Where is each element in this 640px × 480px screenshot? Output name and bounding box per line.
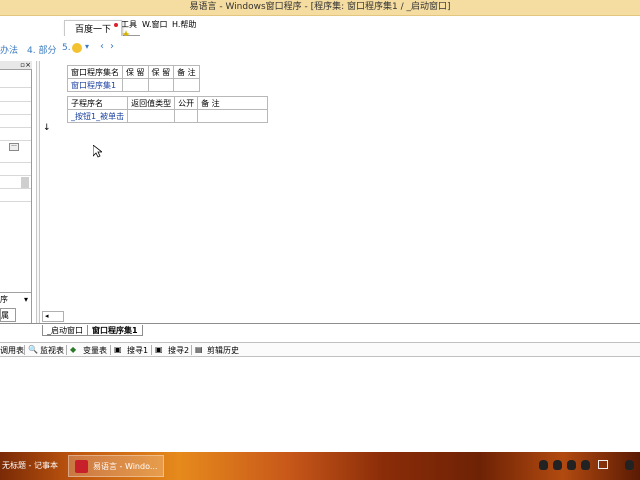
- taskbar-notepad[interactable]: 无标题 - 记事本: [0, 455, 60, 477]
- output-tab-bar: 调用表 🔍 监视表 ◆ 变量表 ▣ 搜寻1 ▣ 搜寻2 ▤ 剪辑历史: [0, 342, 640, 357]
- sub-cell[interactable]: [174, 109, 199, 123]
- menu-tools[interactable]: 工具: [121, 19, 137, 30]
- tab-variable-table[interactable]: 变量表: [83, 345, 107, 356]
- ellipsis-button[interactable]: ···: [9, 143, 19, 151]
- secondary-toolbar: 办法 4. 部分 5. ▾ ‹ ›: [0, 36, 640, 60]
- tab-label: _启动窗口: [47, 326, 83, 335]
- menu-help[interactable]: H.帮助: [172, 19, 196, 30]
- property-row[interactable]: [0, 175, 31, 176]
- qq-tray-icon[interactable]: [625, 460, 634, 470]
- property-combo[interactable]: 序 ▾: [0, 292, 31, 306]
- clipboard-icon: ▤: [195, 345, 203, 354]
- scroll-thumb[interactable]: [21, 177, 29, 188]
- notify-dot-icon: [114, 23, 118, 27]
- taskbar-easylang-label: 易语言 - Windo...: [93, 462, 158, 471]
- tab-watch-table[interactable]: 监视表: [40, 345, 64, 356]
- assembly-cell[interactable]: [173, 78, 200, 92]
- property-panel: ▫ × ··· 序 ▾ 属性: [0, 61, 32, 333]
- subroutine-table: 子程序名 返回值类型 公开 备 注 _按钮1_被单击: [66, 96, 269, 123]
- qq-tray-icon[interactable]: [567, 460, 576, 470]
- property-row[interactable]: [0, 127, 31, 128]
- line-marker-icon: ↓: [43, 123, 51, 133]
- property-row[interactable]: [0, 114, 31, 115]
- close-icon[interactable]: ×: [25, 61, 31, 69]
- assembly-name-cell[interactable]: 窗口程序集1: [67, 78, 123, 92]
- taskbar: 无标题 - 记事本 易语言 - Windo...: [0, 452, 640, 480]
- table-row[interactable]: 窗口程序集1: [67, 78, 200, 92]
- assembly-table: 窗口程序集名 保 留 保 留 备 注 窗口程序集1: [67, 65, 200, 92]
- tab-separator: [66, 345, 67, 355]
- mouse-cursor-icon: [93, 145, 102, 158]
- variables-icon: ◆: [70, 345, 77, 354]
- menu-window[interactable]: W.窗口: [142, 19, 168, 30]
- sub-header-public: 公开: [174, 96, 199, 110]
- table-row[interactable]: _按钮1_被单击: [66, 109, 269, 123]
- horizontal-scrollbar[interactable]: ◂: [42, 311, 64, 322]
- property-row[interactable]: [0, 101, 31, 102]
- assembly-header-name: 窗口程序集名: [67, 65, 123, 79]
- property-panel-header: ▫ ×: [0, 61, 32, 70]
- tab-startup-window[interactable]: _启动窗口: [42, 325, 88, 336]
- dropdown-icon[interactable]: ▾: [85, 42, 89, 51]
- scroll-left-icon[interactable]: ◂: [45, 312, 49, 320]
- tab-separator: [24, 345, 25, 355]
- toolbar-text-2[interactable]: 4. 部分: [27, 43, 56, 56]
- property-row[interactable]: [0, 188, 31, 189]
- find-icon: ▣: [155, 345, 163, 354]
- emoji-icon[interactable]: [72, 43, 82, 53]
- toolbar-text-1[interactable]: 办法: [0, 43, 18, 56]
- sub-name-cell[interactable]: _按钮1_被单击: [66, 109, 129, 123]
- next-icon[interactable]: ›: [110, 41, 114, 52]
- tab-separator: [151, 345, 152, 355]
- search-icon: 🔍: [28, 345, 38, 354]
- sub-cell[interactable]: [127, 109, 176, 123]
- assembly-header-note: 备 注: [173, 65, 200, 79]
- qq-tray-icon[interactable]: [553, 460, 562, 470]
- prev-icon[interactable]: ‹: [100, 41, 104, 52]
- editor-gutter: [36, 61, 40, 323]
- assembly-cell[interactable]: [147, 78, 175, 92]
- baidu-label: 百度一下: [74, 25, 111, 35]
- tab-search-1[interactable]: 搜寻1: [127, 345, 148, 356]
- property-row[interactable]: [0, 162, 31, 163]
- editor-tab-bar: _启动窗口 窗口程序集1: [0, 323, 640, 336]
- properties-tab[interactable]: 属性: [0, 308, 16, 333]
- assembly-cell[interactable]: [122, 78, 149, 92]
- tab-call-table[interactable]: 调用表: [0, 345, 24, 356]
- property-row[interactable]: [0, 140, 31, 141]
- easylang-app-icon: [75, 460, 88, 473]
- find-icon: ▣: [114, 345, 122, 354]
- qq-tray-icon[interactable]: [539, 460, 548, 470]
- network-tray-icon[interactable]: [598, 460, 608, 469]
- combo-arrow-icon: ▾: [23, 295, 28, 304]
- tab-separator: [110, 345, 111, 355]
- sub-header-name: 子程序名: [66, 96, 129, 110]
- tab-search-2[interactable]: 搜寻2: [168, 345, 189, 356]
- sub-cell[interactable]: [197, 109, 269, 123]
- qq-tray-icon[interactable]: [581, 460, 590, 470]
- sub-header-return: 返回值类型: [127, 96, 176, 110]
- property-combo-label: 序: [0, 295, 8, 304]
- tab-label: 窗口程序集1: [92, 326, 138, 335]
- tab-assembly[interactable]: 窗口程序集1: [87, 325, 143, 336]
- tab-clip-history[interactable]: 剪辑历史: [207, 345, 239, 356]
- assembly-header-reserved2: 保 留: [147, 65, 175, 79]
- window-title: 易语言 - Windows窗口程序 - [程序集: 窗口程序集1 / _启动窗口…: [189, 2, 451, 12]
- title-bar: 易语言 - Windows窗口程序 - [程序集: 窗口程序集1 / _启动窗口…: [0, 0, 640, 16]
- property-row[interactable]: [0, 201, 31, 202]
- tab-separator: [191, 345, 192, 355]
- taskbar-easylang[interactable]: 易语言 - Windo...: [68, 455, 164, 477]
- sub-header-note: 备 注: [197, 96, 269, 110]
- toolbar-text-3[interactable]: 5.: [62, 43, 71, 53]
- property-row[interactable]: [0, 87, 31, 88]
- assembly-header-reserved1: 保 留: [122, 65, 149, 79]
